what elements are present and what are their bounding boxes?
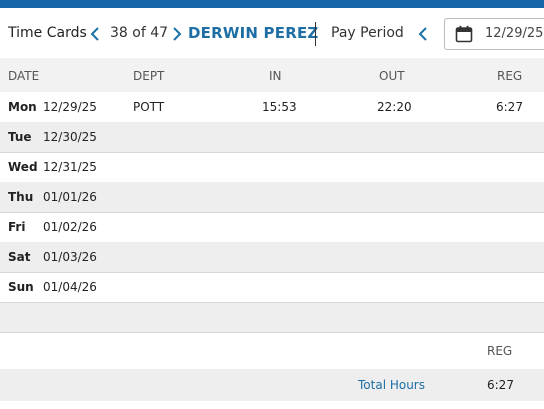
row-date: 01/04/26 bbox=[43, 280, 97, 294]
row-date: 12/29/25 bbox=[43, 100, 97, 114]
day-of-week: Wed bbox=[8, 160, 38, 174]
row-out-time: 22:20 bbox=[377, 100, 412, 114]
row-dept: POTT bbox=[133, 100, 165, 114]
table-row[interactable]: Sat 01/03/26 bbox=[0, 242, 544, 273]
table-header: DATE DEPT IN OUT REG bbox=[0, 58, 544, 92]
totals-column-header-reg: REG bbox=[487, 344, 513, 358]
time-card-toolbar: Time Cards 38 of 47 DERWIN PEREZ Pay Per… bbox=[0, 8, 544, 58]
column-header-dept: DEPT bbox=[133, 69, 165, 83]
table-row[interactable]: Wed 12/31/25 bbox=[0, 152, 544, 183]
day-of-week: Sat bbox=[8, 250, 31, 264]
toolbar-divider bbox=[315, 22, 316, 46]
pay-period-prev-chevron-left-icon[interactable] bbox=[417, 26, 429, 42]
table-row[interactable]: Tue 12/30/25 bbox=[0, 122, 544, 153]
table-row[interactable]: Thu 01/01/26 bbox=[0, 182, 544, 213]
row-date: 12/30/25 bbox=[43, 130, 97, 144]
pay-period-date-picker[interactable]: 12/29/25 bbox=[444, 18, 544, 50]
record-counter: 38 of 47 bbox=[110, 25, 169, 41]
day-of-week: Tue bbox=[8, 130, 32, 144]
row-date: 01/02/26 bbox=[43, 220, 97, 234]
pay-period-date-value: 12/29/25 bbox=[485, 26, 544, 41]
row-in-time: 15:53 bbox=[262, 100, 297, 114]
day-of-week: Mon bbox=[8, 100, 37, 114]
row-reg-hours: 6:27 bbox=[496, 100, 523, 114]
employee-name[interactable]: DERWIN PEREZ bbox=[188, 24, 318, 42]
calendar-icon[interactable] bbox=[455, 25, 473, 47]
column-header-out: OUT bbox=[379, 69, 405, 83]
total-hours-label: Total Hours bbox=[358, 378, 425, 392]
total-hours-value: 6:27 bbox=[487, 378, 514, 392]
day-of-week: Fri bbox=[8, 220, 26, 234]
pay-period-label: Pay Period bbox=[331, 25, 404, 41]
column-header-in: IN bbox=[269, 69, 282, 83]
page-title: Time Cards bbox=[8, 25, 87, 41]
app-top-bar bbox=[0, 0, 544, 8]
column-header-date: DATE bbox=[8, 69, 40, 83]
table-row[interactable]: Fri 01/02/26 bbox=[0, 212, 544, 243]
row-date: 12/31/25 bbox=[43, 160, 97, 174]
chevron-right-icon[interactable] bbox=[171, 26, 183, 42]
chevron-left-icon[interactable] bbox=[89, 26, 101, 42]
totals-header: REG bbox=[0, 333, 544, 367]
totals-row: Total Hours 6:27 bbox=[0, 369, 544, 401]
row-date: 01/03/26 bbox=[43, 250, 97, 264]
row-date: 01/01/26 bbox=[43, 190, 97, 204]
day-of-week: Sun bbox=[8, 280, 34, 294]
table-row[interactable]: Sun 01/04/26 bbox=[0, 272, 544, 303]
column-header-reg: REG bbox=[497, 69, 523, 83]
table-row[interactable]: Mon 12/29/25 POTT 15:53 22:20 6:27 bbox=[0, 92, 544, 123]
table-spacer-row bbox=[0, 303, 544, 333]
day-of-week: Thu bbox=[8, 190, 34, 204]
